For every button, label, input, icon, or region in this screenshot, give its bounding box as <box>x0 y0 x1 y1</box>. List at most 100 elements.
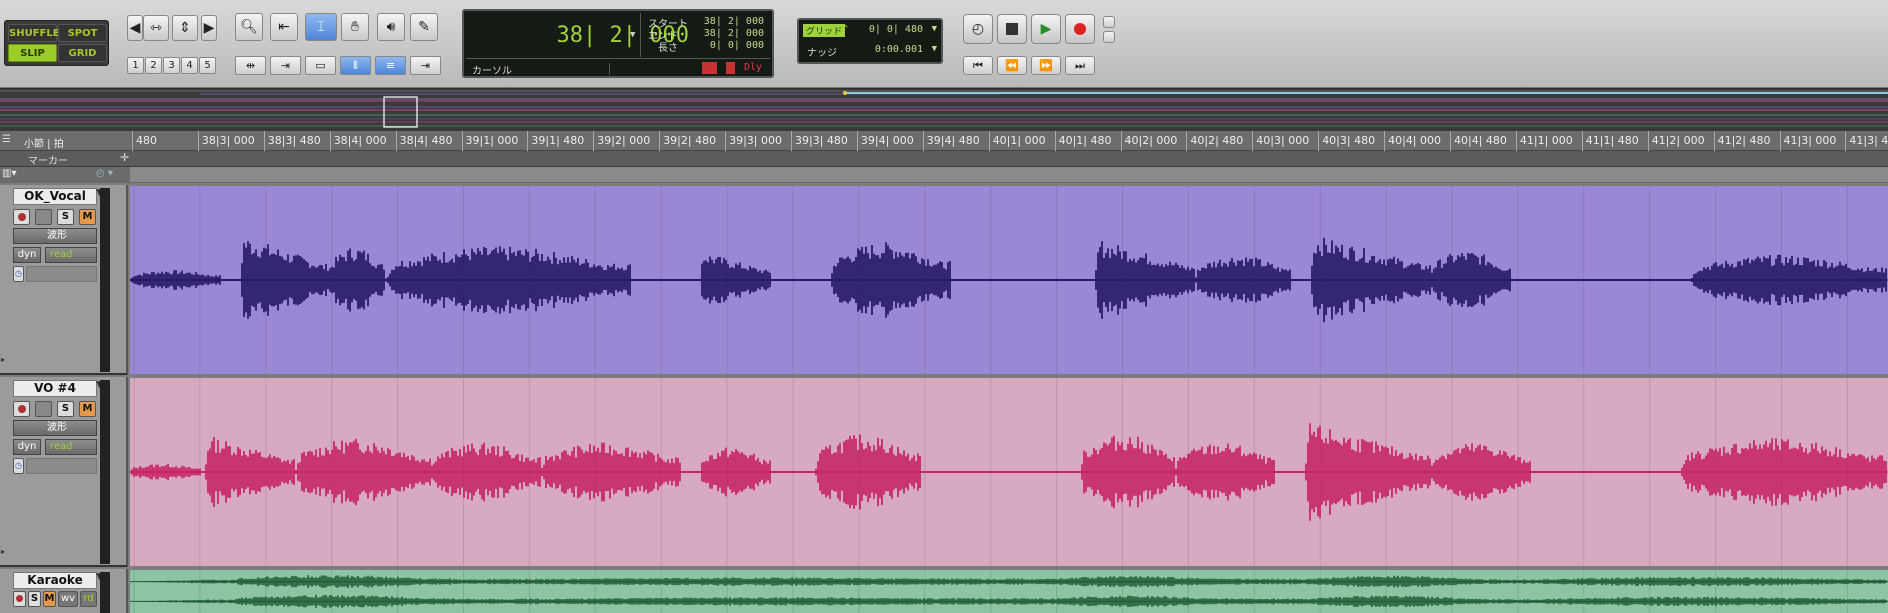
go-to-end-icon[interactable]: ⏭ <box>1065 56 1095 75</box>
keyboard-focus-icon[interactable]: ⇥ <box>410 56 441 75</box>
timebase-icon[interactable]: ◷ <box>13 458 24 474</box>
vertical-zoom-icon[interactable]: ⇕ <box>172 15 198 41</box>
bars-beats-ruler[interactable]: ☰ 小節 | 拍 480 38|3| 000 38|3| 480 38|4| 000 3… <box>0 131 1888 151</box>
collapse-arrow-icon[interactable]: ▸ <box>1 355 5 364</box>
track-header-ok-vocal: OK_Vocal ▼ S M 波形 dyn read ◷ ▸ <box>0 185 128 375</box>
dyn-button[interactable]: dyn <box>13 439 41 455</box>
solo-button[interactable]: S <box>57 401 74 417</box>
ruler-tick-line <box>922 131 924 151</box>
mute-button[interactable]: M <box>79 209 96 225</box>
shuffle-mode-button[interactable]: SHUFFLE <box>8 24 60 42</box>
zoom-preset-1[interactable]: 1 <box>127 57 144 74</box>
zoom-preset-3[interactable]: 3 <box>163 57 180 74</box>
record-online-icon[interactable] <box>702 62 717 74</box>
solo-button[interactable]: S <box>57 209 74 225</box>
ruler-tick-line <box>791 131 792 151</box>
comment-field[interactable] <box>26 458 97 474</box>
timebase-icon[interactable]: ◷ <box>13 266 24 282</box>
grabber-hand-icon[interactable]: ✋︎ <box>341 13 369 41</box>
waveform-view-button[interactable]: wv <box>58 591 78 607</box>
delay-compensation-icon[interactable] <box>726 62 735 74</box>
mirror-midi-icon[interactable]: ▭ <box>305 56 336 75</box>
tracks-menu-icon[interactable]: ◴ ▾ <box>96 168 113 179</box>
play-button-icon[interactable]: ▶ <box>1031 14 1061 44</box>
nudge-dropdown-icon[interactable]: ▼ <box>932 44 937 54</box>
pencil-tool-icon[interactable]: ✎ <box>410 13 438 41</box>
zoom-preset-4[interactable]: 4 <box>181 57 198 74</box>
scrubber-speaker-icon[interactable]: 🔊︎ <box>377 13 405 41</box>
spot-mode-button[interactable]: SPOT <box>58 24 107 42</box>
transport-expand-icon-2[interactable] <box>1103 31 1115 43</box>
track-name-karaoke[interactable]: Karaoke <box>13 572 97 589</box>
start-value[interactable]: 38| 2| 000 <box>704 16 764 27</box>
online-clock-icon[interactable]: ◴ <box>963 14 993 44</box>
zoom-preset-5[interactable]: 5 <box>199 57 216 74</box>
record-button-icon[interactable] <box>1065 14 1095 44</box>
ruler-tick-label: 38|4| 480 <box>399 134 453 147</box>
counter-dropdown-icon[interactable]: ▼ <box>630 30 635 40</box>
mute-button[interactable]: M <box>79 401 96 417</box>
track-view-selector[interactable]: 波形 <box>13 420 97 436</box>
trim-tool-icon[interactable]: ⇤ <box>270 13 298 41</box>
stop-button-icon[interactable] <box>997 14 1027 44</box>
grid-label[interactable]: グリッド <box>803 24 846 37</box>
ruler-tick-label: 39|3| 480 <box>795 134 848 147</box>
edit-mode-selector: SHUFFLE SPOT SLIP GRID <box>4 20 109 66</box>
level-meter <box>100 380 110 564</box>
nudge-label[interactable]: ナッジ <box>807 44 837 59</box>
track-name-vo4[interactable]: VO #4 <box>13 380 97 397</box>
ruler-tick-line <box>197 131 199 151</box>
mute-button[interactable]: M <box>43 591 56 607</box>
grid-mode-button[interactable]: GRID <box>58 44 107 62</box>
automation-mode-selector[interactable]: read <box>45 247 97 263</box>
audio-lane-karaoke[interactable] <box>130 570 1888 613</box>
input-monitor-button[interactable] <box>35 401 52 417</box>
delay-comp-label[interactable]: Dly <box>744 62 762 73</box>
audio-lane-ok-vocal[interactable] <box>130 186 1888 374</box>
comment-field[interactable] <box>26 266 97 282</box>
insertion-follows-playback-icon[interactable]: ≡ <box>375 56 406 75</box>
input-monitor-button[interactable] <box>35 209 52 225</box>
track-view-selector[interactable]: 波形 <box>13 228 97 244</box>
slip-mode-button[interactable]: SLIP <box>8 44 57 62</box>
waveform-ok-vocal <box>130 186 1888 374</box>
grid-value[interactable]: 0| 0| 480 <box>869 24 923 35</box>
nudge-value[interactable]: 0:00.001 <box>875 44 923 55</box>
record-arm-icon[interactable] <box>13 591 26 607</box>
ruler-menu-icon[interactable]: ☰ <box>2 134 11 145</box>
selector-tool-icon[interactable]: ⌶ <box>305 13 337 41</box>
ruler-tick-label: 40|4| 000 <box>1388 134 1441 147</box>
dyn-button[interactable]: dyn <box>13 247 41 263</box>
track-options-icon[interactable]: ▥▾ <box>2 168 16 179</box>
automation-mode-selector[interactable]: read <box>45 439 97 455</box>
record-arm-icon[interactable] <box>13 209 30 225</box>
transport-expand-icon[interactable] <box>1103 16 1115 28</box>
solo-button[interactable]: S <box>28 591 41 607</box>
grid-dropdown-icon[interactable]: ▼ <box>932 24 937 34</box>
marker-ruler[interactable]: マーカー ✛ <box>0 151 1888 167</box>
rewind-icon[interactable]: ⏪ <box>997 56 1027 75</box>
ruler-tick-label: 40|4| 480 <box>1454 134 1507 147</box>
horizontal-zoom-icon[interactable]: ⇿ <box>143 15 169 41</box>
read-automation-button[interactable]: rd <box>80 591 97 607</box>
zoomer-tool-icon[interactable]: 🔍︎ <box>235 13 263 41</box>
pro-tools-edit-window: { "edit_modes":{"shuffle":"SHUFFLE","spo… <box>0 0 1888 613</box>
return-to-zero-icon[interactable]: ⏮ <box>963 56 993 75</box>
add-marker-icon[interactable]: ✛ <box>120 151 129 164</box>
length-label: 長さ <box>658 43 678 54</box>
track-name-ok-vocal[interactable]: OK_Vocal <box>13 188 97 205</box>
audio-lane-vo4[interactable] <box>130 378 1888 566</box>
tab-to-transients-icon[interactable]: ⇥ <box>270 56 301 75</box>
link-track-edit-icon[interactable]: ⫴ <box>340 56 371 75</box>
collapse-arrow-icon[interactable]: ▸ <box>1 547 5 556</box>
universe-overview[interactable] <box>0 89 1888 131</box>
zoom-out-arrow-icon[interactable]: ◀ <box>127 15 143 41</box>
length-value[interactable]: 0| 0| 000 <box>710 40 764 51</box>
fast-forward-icon[interactable]: ⏩ <box>1031 56 1061 75</box>
zoom-preset-2[interactable]: 2 <box>145 57 162 74</box>
link-timeline-icon[interactable]: ⇹ <box>235 56 266 75</box>
zoom-in-arrow-icon[interactable]: ▶ <box>201 15 217 41</box>
ruler-tick-label: 41|3| 000 <box>1783 134 1837 147</box>
end-value[interactable]: 38| 2| 000 <box>704 28 764 39</box>
record-arm-icon[interactable] <box>13 401 30 417</box>
